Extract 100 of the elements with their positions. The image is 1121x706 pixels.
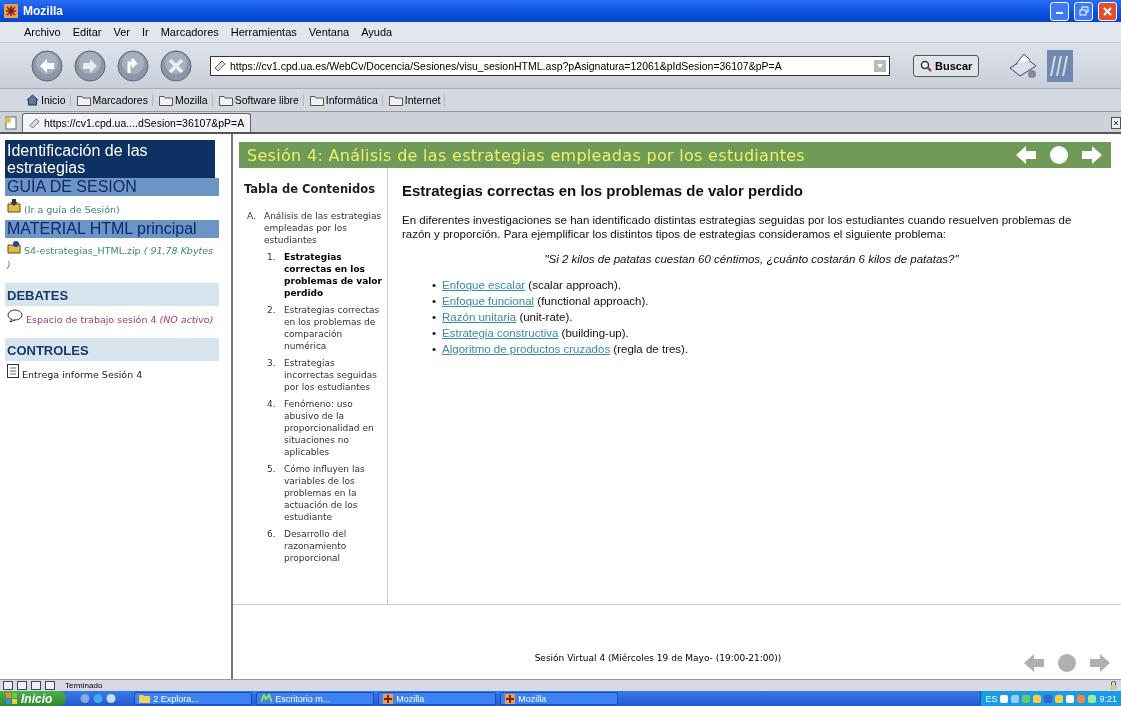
folder-icon <box>7 241 21 254</box>
taskbar-button[interactable]: Escritorio m... <box>256 692 375 705</box>
folder-icon <box>76 94 91 106</box>
mozilla-icon <box>505 693 516 704</box>
toc-item[interactable]: Estrategias correctas en los problemas de valor perdido <box>284 251 387 299</box>
footer-text: Sesión Virtual 4 (Miércoles 19 de Mayo- (19:00-21:00)) <box>533 653 783 663</box>
toc-item[interactable]: Cómo influyen las variables de los problemas en la actuación de los estudiante <box>284 463 387 523</box>
minimize-button[interactable] <box>1050 1 1069 21</box>
home-icon <box>26 94 39 106</box>
close-tab-icon[interactable] <box>1111 117 1121 129</box>
clock: 9:21 <box>1099 693 1117 704</box>
sidebar-link[interactable]: S4-estrategias_HTML.zip ( 91,78 Kbytes ) <box>5 238 217 275</box>
list-marker: 5. <box>267 463 277 476</box>
bullet: • <box>432 278 437 293</box>
list-marker: 3. <box>267 357 277 370</box>
folder-icon <box>218 94 233 106</box>
logo-icon <box>1047 49 1074 82</box>
previous-arrow-icon[interactable] <box>1015 145 1037 165</box>
list-marker: 4. <box>267 398 277 411</box>
list-item-text: Enfoque funcional (functional approach). <box>442 294 649 309</box>
close-icon <box>1103 6 1112 16</box>
sidebar-link[interactable]: (Ir a guía de Sesión) <box>5 196 217 220</box>
strategy-link[interactable]: Algoritmo de productos cruzados <box>442 343 611 355</box>
section-heading: DEBATES <box>5 283 219 306</box>
strategy-link[interactable]: Enfoque escalar <box>442 279 526 291</box>
strategy-link[interactable]: Estrategia constructiva <box>442 327 559 339</box>
sidebar-link[interactable]: Entrega informe Sesión 4 <box>5 361 217 385</box>
article-title: Estrategias correctas en los problemas de valor perdido <box>402 182 804 199</box>
list-item-text: Algoritmo de productos cruzados (regla de tres). <box>442 342 689 357</box>
menu-item[interactable]: Marcadores <box>160 26 219 38</box>
speech-bubble-icon <box>7 309 23 323</box>
taskbar-button[interactable]: Mozilla <box>378 692 497 705</box>
menu-item[interactable]: Ver <box>113 26 130 38</box>
toc-item[interactable]: Fenómeno: uso abusivo de la proporcionalidad en situaciones no aplicables <box>284 398 387 458</box>
home-circle-icon[interactable] <box>1049 145 1069 165</box>
bookmark-item[interactable]: Internet <box>384 94 446 106</box>
strategy-link[interactable]: Enfoque funcional <box>442 295 535 307</box>
menu-item[interactable]: Archivo <box>24 26 61 38</box>
window-title: Mozilla <box>23 4 63 18</box>
mozilla-icon <box>4 4 18 18</box>
toc-item[interactable]: Desarrollo del razonamiento proporcional <box>284 528 387 564</box>
new-tab-icon[interactable] <box>4 116 18 130</box>
stop-button[interactable] <box>159 48 193 83</box>
menu-item[interactable]: Editar <box>72 26 102 38</box>
paragraph: En diferentes investigaciones se han identificado distintas estrategias seguidas por los estudiantes cuando resuelven problemas de razón y proporción. Para ejemplificar los distintos tipos de estrategias consideramos el siguiente problema: <box>402 213 1073 241</box>
toc-heading: Tabla de Contenidos <box>244 182 377 196</box>
bullet: • <box>432 326 437 341</box>
bookmark-item[interactable]: Marcadores <box>72 94 153 106</box>
toc-item[interactable]: Análisis de las estrategias empleadas por los estudiantes <box>264 210 387 246</box>
browser-tab[interactable]: https://cv1.cpd.ua....dSesion=36107&pP=A <box>22 113 252 132</box>
close-button[interactable] <box>1098 1 1117 21</box>
printer-icon[interactable] <box>1008 51 1039 80</box>
bullet: • <box>432 310 437 325</box>
toc-item[interactable]: Estrategias correctas en los problemas de comparación numérica <box>284 304 387 352</box>
sidebar-link[interactable]: Espacio de trabajo sesión 4 (NO activo) <box>5 306 217 330</box>
section-heading: CONTROLES <box>5 338 219 361</box>
bookmark-item[interactable]: Informática <box>305 94 383 106</box>
search-button[interactable]: Buscar <box>913 54 980 77</box>
status-icon[interactable] <box>3 681 13 690</box>
folder-icon <box>139 694 151 703</box>
bullet: • <box>432 342 437 357</box>
lock-icon <box>1109 681 1118 690</box>
list-item-text: Razón unitaria (unit-rate). <box>442 310 573 325</box>
bookmark-item[interactable]: Inicio <box>22 94 71 106</box>
folder-icon <box>388 94 403 106</box>
section-heading: MATERIAL HTML principal <box>5 220 219 238</box>
reload-button[interactable] <box>116 48 150 83</box>
taskbar-button[interactable]: Mozilla <box>500 692 619 705</box>
restore-icon <box>1078 6 1089 16</box>
bookmark-item[interactable]: Software libre <box>214 94 304 106</box>
address-field[interactable]: https://cv1.cpd.ua.es/WebCv/Docencia/Sesiones/visu_sesionHTML.asp?pAsignatura=12061&pIdSesion=36107&pP=A <box>210 55 890 76</box>
bookmark-item[interactable]: Mozilla <box>154 94 213 106</box>
restore-button[interactable] <box>1074 1 1093 21</box>
menu-item[interactable]: Herramientas <box>230 26 297 38</box>
taskbar-button[interactable]: 2 Explora... <box>134 692 253 705</box>
bullet: • <box>432 294 437 309</box>
strategy-link[interactable]: Razón unitaria <box>442 311 517 323</box>
list-item-text: Enfoque escalar (scalar approach). <box>442 278 622 293</box>
section-heading: GUÍA DE SESION <box>5 178 219 196</box>
document-icon <box>7 364 19 378</box>
list-item-text: Estrategia constructiva (building-up). <box>442 326 629 341</box>
toc-item[interactable]: Estrategias incorrectas seguidas por los estudiantes <box>284 357 387 393</box>
sidebar-title: Identificación de las estrategias <box>5 140 215 178</box>
windows-logo-icon <box>6 692 18 705</box>
start-button[interactable]: Inicio <box>0 691 67 706</box>
list-marker: 2. <box>267 304 277 317</box>
menu-item[interactable]: Ayuda <box>361 26 393 38</box>
menu-item[interactable]: Ir <box>141 26 149 38</box>
mozilla-icon <box>383 693 394 704</box>
quote: "Si 2 kilos de patatas cuestan 60 céntimos, ¿cuánto costarán 6 kilos de patatas?" <box>543 253 960 265</box>
page-title: Sesión 4: Análisis de las estrategias empleadas por los estudiantes <box>247 145 806 165</box>
list-marker: A. <box>247 210 257 223</box>
list-marker: 6. <box>267 528 277 541</box>
list-marker: 1. <box>267 251 277 264</box>
status-text: Terminado <box>65 681 103 690</box>
menu-item[interactable]: Ventana <box>308 26 350 38</box>
next-arrow-icon[interactable] <box>1081 145 1103 165</box>
forward-button[interactable] <box>73 48 107 83</box>
tray-icons-drawing[interactable] <box>1000 693 1097 704</box>
back-button[interactable] <box>30 48 64 83</box>
